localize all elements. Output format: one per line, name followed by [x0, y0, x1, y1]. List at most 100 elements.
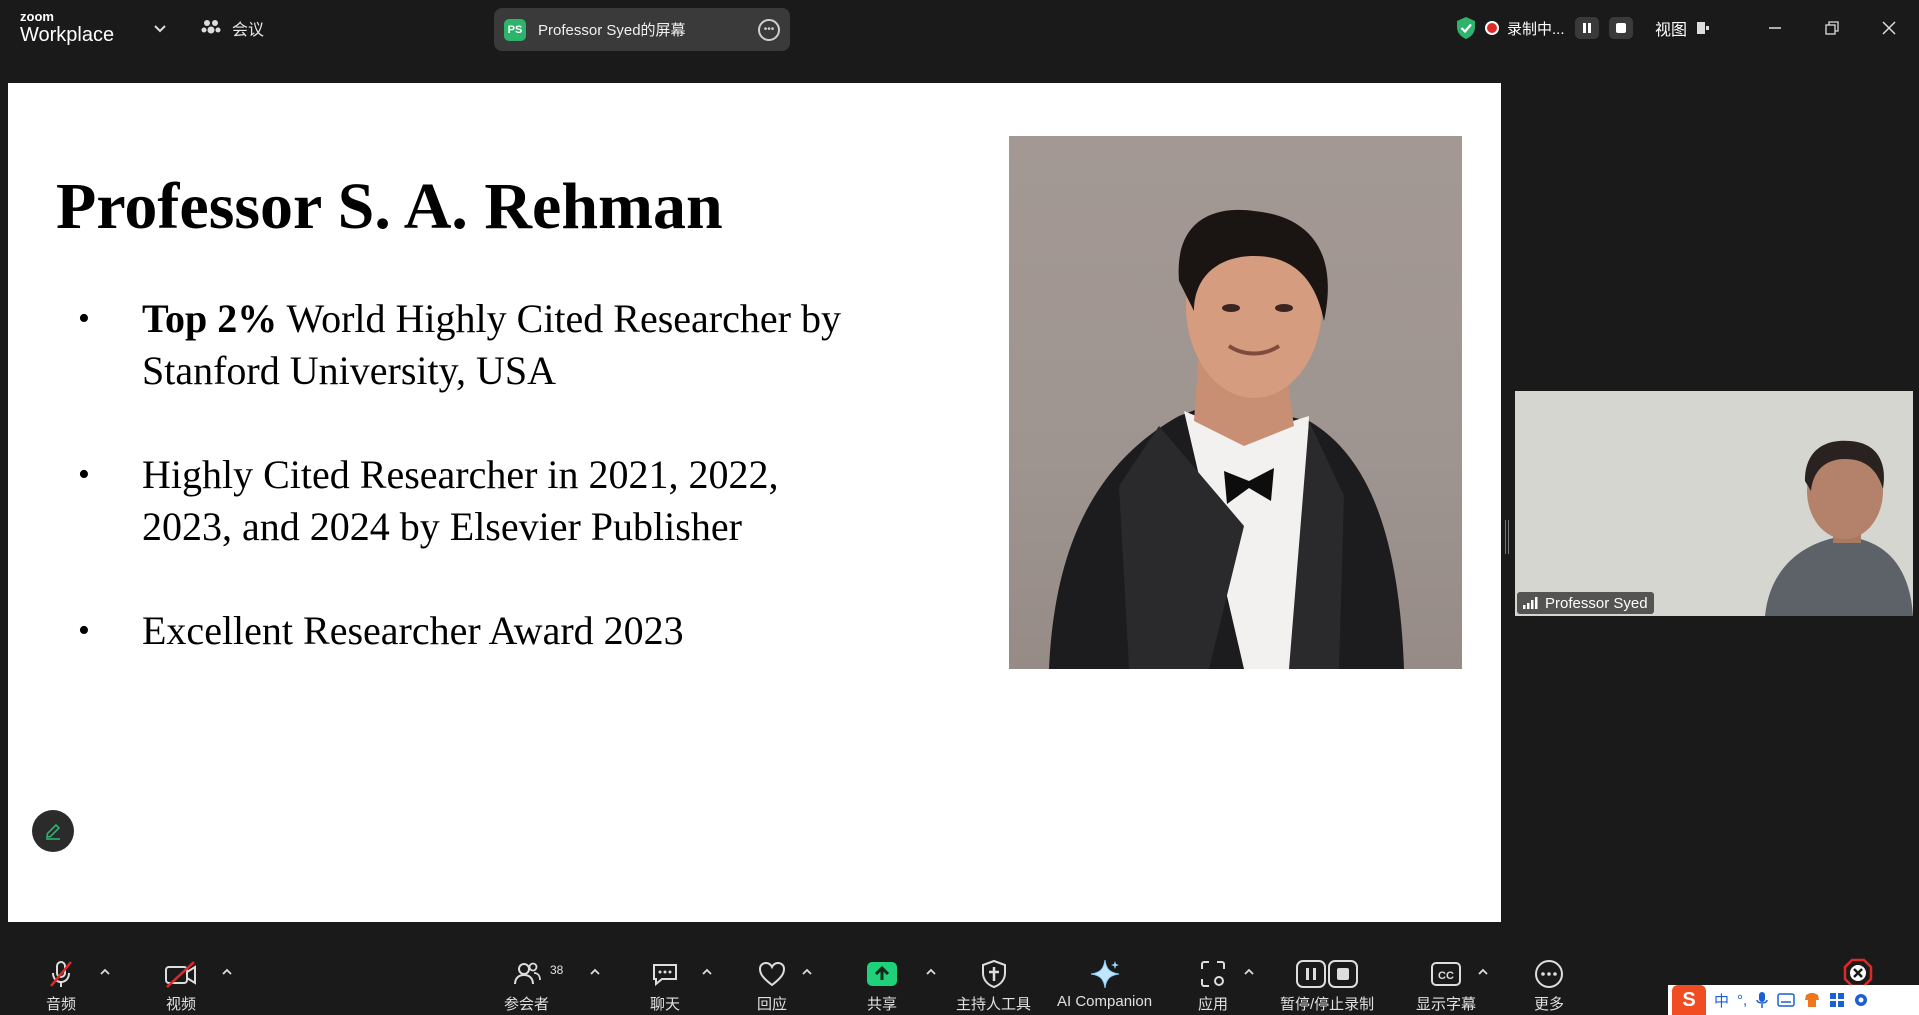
chat-label: 聊天	[650, 996, 681, 1013]
camera-off-icon	[164, 957, 198, 991]
share-title: Professor Syed的屏幕	[538, 22, 686, 39]
view-layout-icon	[1697, 22, 1710, 34]
brand-small: zoom	[20, 9, 54, 24]
chevron-up-icon[interactable]	[220, 965, 234, 979]
settings-icon[interactable]	[1853, 992, 1869, 1008]
more-icon	[1534, 957, 1564, 991]
microphone-muted-icon	[46, 957, 76, 991]
chevron-up-icon[interactable]	[700, 965, 714, 979]
screen-share-indicator[interactable]: PS Professor Syed的屏幕 •••	[494, 8, 790, 51]
bullet-highlight: Top 2%	[142, 296, 278, 341]
pause-recording-button[interactable]	[1574, 17, 1599, 39]
share-label: 共享	[866, 996, 897, 1013]
brand-large: Workplace	[20, 24, 115, 46]
participants-icon	[512, 957, 542, 991]
restore-button[interactable]	[1818, 14, 1846, 42]
keyboard-icon[interactable]	[1777, 993, 1795, 1007]
participants-button[interactable]: 参会者	[504, 957, 549, 1014]
input-method-tray[interactable]: S 中 °,	[1668, 985, 1919, 1015]
stop-recording-button[interactable]	[1608, 17, 1633, 39]
react-label: 回应	[757, 996, 788, 1013]
apps-label: 应用	[1198, 996, 1229, 1013]
annotate-button[interactable]	[32, 810, 74, 852]
pause-stop-icon	[1296, 957, 1359, 991]
end-meeting-icon[interactable]	[1843, 958, 1873, 988]
close-window-button[interactable]	[1875, 14, 1903, 42]
react-button[interactable]: 回应	[757, 957, 787, 1014]
meeting-controls: 音频 视频 参会者 38 聊天 回应 共享 主持人工具 AI Companion…	[0, 945, 1919, 1015]
minimize-icon	[1769, 27, 1781, 29]
pause-stop-label: 暂停/停止录制	[1280, 996, 1375, 1013]
closed-captions-icon: CC	[1430, 957, 1462, 991]
captions-label: 显示字幕	[1416, 996, 1477, 1013]
slide-bullet: Highly Cited Researcher in 2021, 2022, 2…	[78, 449, 858, 553]
participant-name: Professor Syed	[1545, 594, 1648, 612]
restore-icon	[1825, 21, 1839, 35]
share-screen-icon	[866, 957, 898, 991]
chevron-up-icon[interactable]	[924, 965, 938, 979]
more-button[interactable]: 更多	[1534, 957, 1564, 1014]
audio-label: 音频	[46, 996, 77, 1013]
more-options-icon[interactable]: •••	[758, 18, 780, 41]
pause-stop-recording-button[interactable]: 暂停/停止录制	[1280, 957, 1374, 1014]
svg-text:CC: CC	[1438, 970, 1454, 982]
close-icon	[1882, 21, 1896, 35]
pencil-icon	[46, 823, 61, 840]
participant-name-label: Professor Syed	[1517, 592, 1654, 614]
participant-video-tile[interactable]: Professor Syed	[1515, 391, 1913, 616]
ai-companion-label: AI Companion	[1057, 993, 1153, 1010]
view-label: 视图	[1655, 22, 1688, 39]
chevron-up-icon[interactable]	[800, 965, 814, 979]
microphone-icon[interactable]	[1755, 991, 1769, 1009]
pause-icon	[1582, 23, 1591, 33]
host-tools-label: 主持人工具	[956, 996, 1032, 1013]
stop-icon	[1615, 23, 1626, 33]
participant-count: 38	[550, 963, 564, 977]
signal-strength-icon	[1523, 597, 1538, 609]
skin-icon[interactable]	[1803, 992, 1821, 1008]
panel-resize-handle[interactable]	[1505, 520, 1509, 554]
apps-button[interactable]: 应用	[1198, 957, 1228, 1014]
audio-button[interactable]: 音频	[46, 957, 76, 1014]
shared-screen: Professor S. A. Rehman Top 2% World High…	[8, 83, 1501, 922]
shield-check-icon[interactable]	[1455, 16, 1477, 40]
recording-label: 录制中...	[1507, 20, 1565, 38]
record-dot-icon	[1487, 23, 1497, 33]
slide-bullet: Excellent Researcher Award 2023	[78, 605, 858, 657]
more-label: 更多	[1534, 996, 1565, 1013]
title-bar: zoom Workplace 会议 PS Professor Syed的屏幕 •…	[0, 0, 1919, 56]
app-logo: zoom Workplace	[20, 10, 114, 45]
recording-status: 录制中...	[1455, 14, 1633, 42]
ime-punctuation[interactable]: °,	[1737, 992, 1747, 1009]
meeting-menu-label: 会议	[232, 22, 265, 39]
apps-icon	[1198, 957, 1228, 991]
view-menu[interactable]: 视图	[1655, 14, 1711, 42]
video-label: 视频	[165, 996, 196, 1013]
chat-button[interactable]: 聊天	[650, 957, 680, 1014]
presenter-badge: PS	[504, 18, 526, 41]
chevron-up-icon[interactable]	[98, 965, 112, 979]
share-button[interactable]: 共享	[866, 957, 898, 1014]
slide-bullet: Top 2% World Highly Cited Researcher by …	[78, 293, 858, 397]
portrait-illustration	[1049, 209, 1404, 669]
toolbox-icon[interactable]	[1829, 992, 1845, 1008]
ime-language[interactable]: 中	[1714, 990, 1729, 1011]
people-icon	[201, 20, 221, 34]
host-tools-button[interactable]: 主持人工具	[956, 957, 1031, 1014]
meeting-menu[interactable]: 会议	[200, 14, 264, 42]
chat-icon	[650, 957, 680, 991]
chevron-up-icon[interactable]	[1476, 965, 1490, 979]
chevron-up-icon[interactable]	[588, 965, 602, 979]
ai-companion-button[interactable]: AI Companion	[1057, 957, 1152, 1010]
chevron-up-icon[interactable]	[1242, 965, 1256, 979]
chevron-down-icon[interactable]	[150, 18, 170, 38]
sparkle-icon	[1089, 957, 1121, 991]
captions-button[interactable]: CC 显示字幕	[1416, 957, 1476, 1014]
minimize-button[interactable]	[1761, 14, 1789, 42]
slide-bullet-list: Top 2% World Highly Cited Researcher by …	[78, 293, 858, 657]
participant-video-illustration	[1515, 391, 1913, 616]
ime-logo: S	[1672, 985, 1706, 1015]
slide-title: Professor S. A. Rehman	[56, 170, 723, 243]
participants-label: 参会者	[504, 996, 550, 1013]
video-button[interactable]: 视频	[164, 957, 198, 1014]
